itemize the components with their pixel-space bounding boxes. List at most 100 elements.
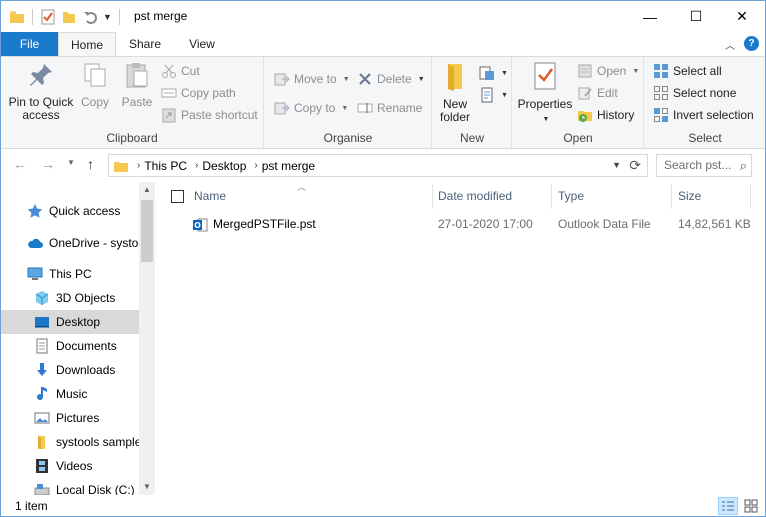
qat-dropdown-icon[interactable]: ▼ (103, 12, 112, 22)
help-icon[interactable]: ? (744, 36, 759, 51)
tab-home[interactable]: Home (58, 32, 116, 57)
scroll-down-arrow-icon[interactable]: ▼ (139, 479, 155, 495)
history-icon (578, 111, 592, 122)
select-all-checkbox[interactable] (171, 190, 184, 203)
breadcrumb-desktop[interactable]: Desktop (202, 159, 246, 173)
easy-access-button[interactable]: ▼ (479, 85, 508, 105)
nav-item-label: systools sample (56, 435, 139, 449)
nav-item-quick-access[interactable]: Quick access (1, 199, 139, 223)
pin-to-quick-access-button[interactable]: Pin to Quick access (5, 61, 77, 122)
column-header-date-modified[interactable]: Date modified (438, 184, 512, 209)
copy-to-button[interactable]: Copy to ▼ (274, 98, 348, 118)
nav-item-local-disk[interactable]: Local Disk (C:) (1, 478, 139, 495)
undo-icon[interactable] (82, 9, 98, 25)
up-arrow-icon[interactable]: ↑ (87, 156, 94, 172)
nav-item-downloads[interactable]: Downloads (1, 358, 139, 382)
refresh-icon[interactable]: ⟳ (629, 157, 641, 174)
nav-item-systools-sample[interactable]: systools sample (1, 430, 139, 454)
new-folder-icon[interactable] (61, 9, 77, 25)
tab-share[interactable]: Share (119, 32, 171, 56)
copy-path-label: Copy path (181, 86, 236, 100)
tab-file[interactable]: File (1, 32, 58, 56)
paste-label: Paste (121, 95, 153, 109)
search-box[interactable]: Search pst... ⌕ (656, 154, 752, 177)
new-item-button[interactable]: ▼ (479, 63, 508, 83)
nav-item-label: Quick access (49, 204, 121, 218)
group-new: New folder ▼ ▼ New (433, 57, 512, 149)
new-item-icon (479, 66, 494, 80)
column-header-name[interactable]: Name (194, 184, 226, 209)
folder-icon[interactable] (9, 9, 25, 25)
desktop-icon (35, 317, 49, 328)
forward-arrow-icon[interactable]: → (41, 156, 55, 172)
open-button[interactable]: Open ▼ (577, 61, 639, 81)
history-button[interactable]: History (577, 105, 634, 125)
copy-icon (84, 63, 106, 87)
select-none-icon (654, 86, 668, 100)
nav-item-pictures[interactable]: Pictures (1, 406, 139, 430)
recent-locations-chevron-icon[interactable]: ▼ (67, 158, 75, 167)
column-header-type[interactable]: Type (558, 184, 584, 209)
breadcrumb-separator-icon[interactable]: › (254, 160, 257, 171)
close-button[interactable]: ✕ (719, 1, 765, 32)
properties-check-icon[interactable] (40, 9, 56, 25)
select-all-button[interactable]: Select all (653, 61, 722, 81)
column-divider[interactable] (432, 184, 433, 209)
details-view-icon[interactable] (718, 497, 738, 515)
properties-button[interactable]: Properties ▼ (515, 61, 575, 126)
scroll-up-arrow-icon[interactable]: ▲ (139, 182, 155, 198)
ribbon-collapse-chevron-icon[interactable]: ︿ (725, 37, 735, 52)
delete-button[interactable]: Delete ▼ (357, 69, 425, 89)
select-all-label: Select all (673, 64, 722, 78)
new-folder-label: New folder (439, 97, 471, 124)
ribbon-tabs: File Home Share View ︿ ? (1, 32, 765, 57)
copy-path-button[interactable]: Copy path (161, 83, 236, 103)
nav-item-this-pc[interactable]: This PC (1, 262, 139, 286)
computer-icon (27, 267, 43, 280)
new-folder-button[interactable]: New folder (435, 61, 475, 124)
large-icons-view-icon[interactable] (741, 497, 761, 515)
easy-access-icon (481, 87, 493, 103)
group-clipboard: Pin to Quick access Copy Paste Cut Copy … (1, 57, 264, 149)
nav-item-3d-objects[interactable]: 3D Objects (1, 286, 139, 310)
qat-separator-2 (118, 9, 120, 25)
breadcrumb-separator-icon[interactable]: › (137, 160, 140, 171)
back-arrow-icon[interactable]: ← (13, 156, 27, 172)
nav-item-music[interactable]: Music (1, 382, 139, 406)
tab-view[interactable]: View (177, 32, 227, 56)
cube-icon (35, 291, 49, 305)
rename-button[interactable]: Rename (357, 98, 422, 118)
film-icon (36, 459, 48, 473)
address-bar[interactable]: › This PC › Desktop › pst merge ▼ ⟳ (108, 154, 648, 177)
minimize-button[interactable]: — (627, 1, 673, 32)
column-divider[interactable] (750, 184, 751, 209)
invert-selection-button[interactable]: Invert selection (653, 105, 754, 125)
address-dropdown-chevron-icon[interactable]: ▼ (612, 160, 621, 170)
pin-label: Pin to Quick access (8, 95, 74, 122)
paste-button[interactable]: Paste (117, 61, 157, 109)
table-row[interactable]: O MergedPSTFile.pst 27-01-2020 17:00 Out… (185, 214, 755, 236)
paste-icon (126, 63, 148, 88)
breadcrumb-this-pc[interactable]: This PC (144, 159, 187, 173)
nav-item-label: 3D Objects (56, 291, 116, 305)
breadcrumb-pst-merge[interactable]: pst merge (262, 159, 315, 173)
nav-item-videos[interactable]: Videos (1, 454, 139, 478)
cloud-icon (28, 238, 43, 248)
select-none-button[interactable]: Select none (653, 83, 736, 103)
file-list: ︿ Name Date modified Type Size O MergedP… (155, 182, 765, 495)
column-divider[interactable] (671, 184, 672, 209)
nav-item-onedrive[interactable]: OneDrive - systoo (1, 231, 139, 255)
edit-button[interactable]: Edit (577, 83, 618, 103)
column-divider[interactable] (551, 184, 552, 209)
scrollbar-thumb[interactable] (141, 200, 153, 262)
column-header-size[interactable]: Size (678, 184, 701, 209)
nav-item-desktop[interactable]: Desktop (1, 310, 139, 334)
move-to-button[interactable]: Move to ▼ (274, 69, 350, 89)
maximize-button[interactable]: ☐ (673, 1, 719, 32)
paste-shortcut-button[interactable]: Paste shortcut (161, 105, 258, 125)
nav-item-documents[interactable]: Documents (1, 334, 139, 358)
cut-button[interactable]: Cut (161, 61, 200, 81)
nav-scrollbar[interactable]: ▲ ▼ (139, 182, 155, 495)
breadcrumb-separator-icon[interactable]: › (195, 160, 198, 171)
copy-button[interactable]: Copy (77, 61, 113, 109)
